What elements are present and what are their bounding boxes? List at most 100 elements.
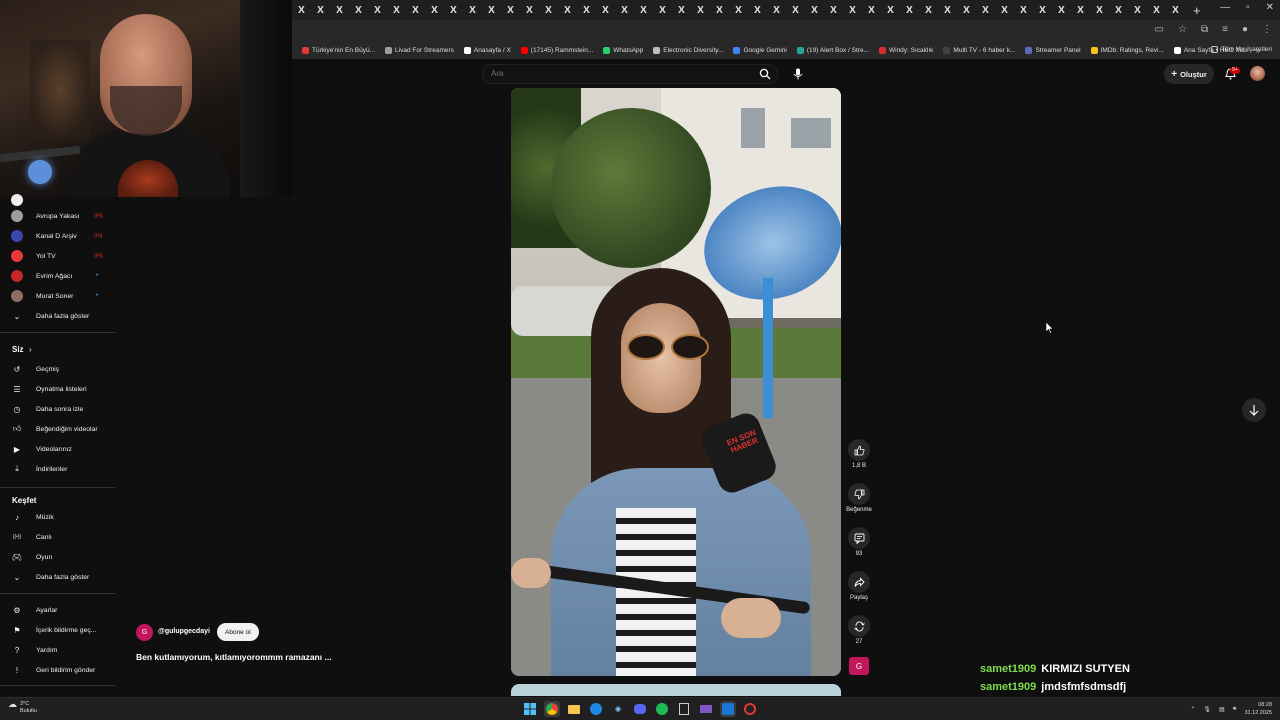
browser-tab[interactable]: X: [748, 5, 767, 16]
bookmark-item[interactable]: Anasayfa / X: [463, 47, 511, 54]
browser-tab[interactable]: X: [881, 5, 900, 16]
sidebar-item[interactable]: ↺ Geçmiş: [0, 359, 115, 379]
extensions-icon[interactable]: ⧉: [1201, 24, 1208, 35]
browser-tab[interactable]: X: [292, 5, 311, 16]
browser-tab[interactable]: X: [577, 5, 596, 16]
taskbar-calculator[interactable]: [676, 701, 692, 717]
sidebar-item[interactable]: Kanal D Arşiv ((•)): [0, 226, 115, 246]
sidebar-item[interactable]: Avrupa Yakası ((•)): [0, 206, 115, 226]
sidebar-item[interactable]: ♪ Müzik: [0, 507, 115, 527]
comments-action[interactable]: 93: [844, 527, 874, 557]
sidebar-item[interactable]: 🎮︎ Oyun: [0, 547, 115, 567]
sidebar-item[interactable]: ◷ Daha sonra izle: [0, 399, 115, 419]
taskbar-edge[interactable]: [588, 701, 604, 717]
cast-icon[interactable]: ▭: [1155, 24, 1164, 35]
browser-tab[interactable]: X: [425, 5, 444, 16]
dislike-action[interactable]: Beğenme: [844, 483, 874, 513]
sidebar-item[interactable]: ☰ Oynatma listeleri: [0, 379, 115, 399]
browser-tab[interactable]: X: [919, 5, 938, 16]
menu-icon[interactable]: ⋮: [1262, 24, 1272, 35]
new-tab-button[interactable]: +: [1193, 3, 1201, 18]
browser-tab[interactable]: X: [653, 5, 672, 16]
sidebar-item[interactable]: 👍︎ Beğendiğim videolar: [0, 419, 115, 439]
browser-tab[interactable]: X: [1052, 5, 1071, 16]
browser-tab[interactable]: X: [862, 5, 881, 16]
profile-icon[interactable]: ●: [1242, 24, 1248, 35]
browser-tab[interactable]: X: [387, 5, 406, 16]
bookmark-item[interactable]: WhatsApp: [603, 47, 643, 54]
browser-tab[interactable]: X: [368, 5, 387, 16]
bookmark-item[interactable]: (19) Alert Box / Stre...: [796, 47, 869, 54]
browser-tab[interactable]: X: [1014, 5, 1033, 16]
browser-tab[interactable]: X: [1109, 5, 1128, 16]
sidebar-item[interactable]: Evrim Ağacı •: [0, 266, 115, 286]
sidebar-item[interactable]: ! Geri bildirim gönder: [0, 660, 115, 680]
sidebar-section-you[interactable]: Siz ›: [0, 339, 115, 359]
bookmark-item[interactable]: Livad For Streamers: [385, 47, 454, 54]
like-button[interactable]: [848, 439, 870, 461]
search-input[interactable]: [491, 69, 741, 78]
video-title[interactable]: Ben kutlamıyorum, kıtlamıyorommm ramazan…: [136, 652, 332, 662]
comments-button[interactable]: [848, 527, 870, 549]
next-video-button[interactable]: [1242, 398, 1266, 422]
sidebar-item[interactable]: ? Yardım: [0, 640, 115, 660]
browser-tab[interactable]: X: [501, 5, 520, 16]
star-icon[interactable]: ☆: [1178, 24, 1187, 35]
taskbar-app[interactable]: [742, 701, 758, 717]
start-button[interactable]: [522, 701, 538, 717]
subscribe-button[interactable]: Abone ol: [217, 623, 259, 641]
share-button[interactable]: [848, 571, 870, 593]
sidebar-item[interactable]: Yol TV ((•)): [0, 246, 115, 266]
browser-tab[interactable]: X: [520, 5, 539, 16]
channel-name[interactable]: @gulupgecdayi: [158, 628, 210, 635]
volume-icon[interactable]: 🔊︎: [1233, 706, 1237, 713]
bookmark-item[interactable]: (17145) Rammstein...: [520, 47, 593, 54]
sidebar-item[interactable]: ⚙ Ayarlar: [0, 600, 115, 620]
browser-tab[interactable]: X: [634, 5, 653, 16]
browser-tab[interactable]: X: [843, 5, 862, 16]
browser-tab[interactable]: X: [615, 5, 634, 16]
browser-tab[interactable]: X: [824, 5, 843, 16]
browser-tab[interactable]: X: [957, 5, 976, 16]
share-action[interactable]: Paylaş: [844, 571, 874, 601]
taskbar-explorer[interactable]: [566, 701, 582, 717]
browser-tab[interactable]: X: [349, 5, 368, 16]
remix-button[interactable]: [848, 615, 870, 637]
tray-expand-icon[interactable]: ⌃: [1190, 706, 1195, 713]
bookmark-item[interactable]: IMDb: Ratings, Revi...: [1090, 47, 1164, 54]
search-button[interactable]: [752, 64, 778, 84]
browser-tab[interactable]: X: [406, 5, 425, 16]
browser-tab[interactable]: X: [596, 5, 615, 16]
browser-tab[interactable]: X: [1033, 5, 1052, 16]
browser-tab[interactable]: X: [330, 5, 349, 16]
like-action[interactable]: 1,8 B: [844, 439, 874, 469]
browser-tab[interactable]: X: [767, 5, 786, 16]
browser-tab[interactable]: X: [1166, 5, 1185, 16]
create-button[interactable]: + Oluştur: [1164, 64, 1214, 84]
all-bookmarks-button[interactable]: Tüm Yer İşaretleri: [1211, 46, 1272, 53]
microphone-icon[interactable]: 🎙︎: [1203, 706, 1211, 713]
browser-tab[interactable]: X: [482, 5, 501, 16]
sidebar-item[interactable]: ▶ Videolarınız: [0, 439, 115, 459]
sidebar-item[interactable]: Murat Soner •: [0, 286, 115, 306]
taskbar-discord[interactable]: [632, 701, 648, 717]
channel-avatar[interactable]: G: [136, 624, 153, 641]
browser-tab[interactable]: X: [444, 5, 463, 16]
bookmark-item[interactable]: Windy: Sıcaklık: [878, 47, 933, 54]
browser-tab[interactable]: X: [976, 5, 995, 16]
browser-tab[interactable]: X: [805, 5, 824, 16]
clock[interactable]: 08:28 31.12.2025: [1244, 701, 1272, 717]
browser-tab[interactable]: X: [1071, 5, 1090, 16]
remix-action[interactable]: 27: [844, 615, 874, 645]
browser-tab[interactable]: X: [786, 5, 805, 16]
show-more-subscriptions[interactable]: ⌄ Daha fazla göster: [0, 306, 115, 326]
browser-tab[interactable]: X: [691, 5, 710, 16]
taskbar-app[interactable]: [720, 701, 736, 717]
short-video-player[interactable]: EN SON HABER: [511, 88, 841, 676]
sidebar-item[interactable]: ⚑ İçerik bildirme geç...: [0, 620, 115, 640]
browser-tab[interactable]: X: [729, 5, 748, 16]
browser-tab[interactable]: X: [539, 5, 558, 16]
bookmark-item[interactable]: Electronic Diversity...: [653, 47, 723, 54]
browser-tab[interactable]: X: [710, 5, 729, 16]
taskbar-app[interactable]: [698, 701, 714, 717]
